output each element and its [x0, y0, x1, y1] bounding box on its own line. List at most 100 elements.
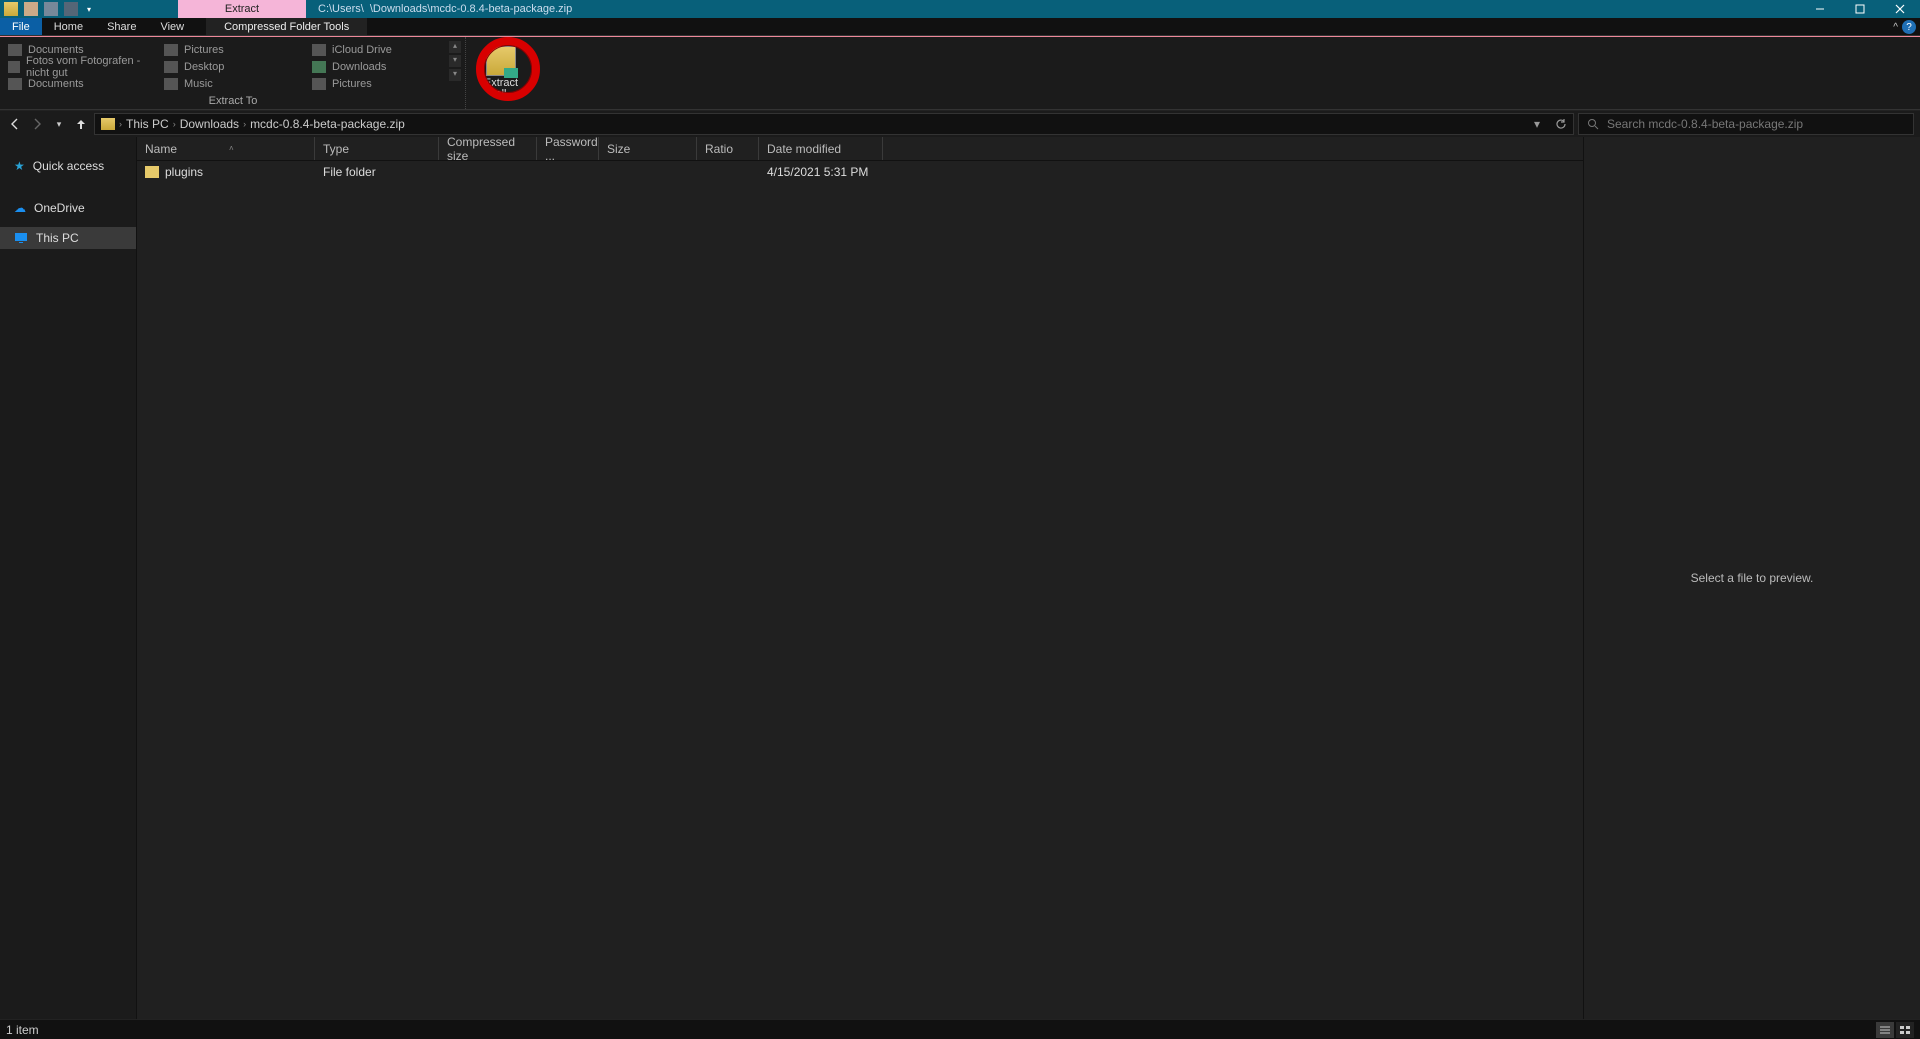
nav-this-pc[interactable]: This PC — [0, 227, 136, 249]
address-history-dropdown[interactable]: ▾ — [1525, 114, 1549, 134]
contextual-tab-header: Extract — [178, 0, 306, 18]
extract-dest-label: Desktop — [184, 61, 224, 73]
qat-undo-icon[interactable] — [64, 2, 78, 16]
address-bar[interactable]: › This PC › Downloads › mcdc-0.8.4-beta-… — [94, 113, 1574, 135]
file-name: plugins — [165, 165, 203, 179]
nav-up-button[interactable] — [72, 115, 90, 133]
status-bar: 1 item — [0, 1019, 1920, 1039]
monitor-icon — [14, 232, 28, 244]
file-list-pane: Name ˄ Type Compressed size Password ...… — [137, 137, 1584, 1019]
tab-compressed-folder-tools[interactable]: Compressed Folder Tools — [206, 18, 367, 35]
extract-dest-label: Pictures — [332, 78, 372, 90]
nav-spacer — [0, 177, 136, 197]
breadcrumb-sep-icon[interactable]: › — [173, 119, 176, 129]
folder-icon — [312, 78, 326, 90]
extract-dest-label: Downloads — [332, 61, 386, 73]
status-item-count: 1 item — [6, 1023, 39, 1037]
extract-dest-downloads[interactable]: Downloads — [310, 58, 458, 75]
extract-to-group: Documents Pictures iCloud Drive Fotos vo… — [0, 37, 466, 109]
folder-icon — [145, 166, 159, 178]
music-icon — [164, 78, 178, 90]
quick-access-toolbar: ▾ — [0, 2, 94, 16]
nav-quick-access[interactable]: ★ Quick access — [0, 155, 136, 177]
breadcrumb-root-icon — [101, 118, 115, 130]
extract-all-button[interactable]: Extract all — [484, 46, 518, 100]
help-button[interactable]: ? — [1902, 20, 1916, 34]
extract-dest-icloud[interactable]: iCloud Drive — [310, 41, 458, 58]
ribbon-collapse-button[interactable]: ^ — [1893, 22, 1898, 33]
view-details-button[interactable] — [1876, 1022, 1894, 1038]
tab-file[interactable]: File — [0, 18, 42, 35]
extract-dest-label: Pictures — [184, 44, 224, 56]
window-title-path-a: C:\Users\ — [318, 3, 364, 15]
extract-dest-music[interactable]: Music — [162, 75, 310, 92]
column-header-type[interactable]: Type — [315, 137, 439, 160]
gallery-down-button[interactable]: ▾ — [449, 55, 461, 67]
column-label: Name — [145, 142, 177, 156]
window-minimize-button[interactable] — [1800, 0, 1840, 18]
nav-spacer — [0, 219, 136, 227]
qat-properties-icon[interactable] — [44, 2, 58, 16]
extract-all-label-2: all — [495, 88, 506, 100]
column-header-password[interactable]: Password ... — [537, 137, 599, 160]
nav-label: This PC — [36, 231, 79, 245]
folder-icon — [164, 61, 178, 73]
search-placeholder: Search mcdc-0.8.4-beta-package.zip — [1607, 117, 1803, 131]
refresh-button[interactable] — [1549, 114, 1573, 134]
breadcrumb-downloads[interactable]: Downloads — [180, 117, 239, 131]
nav-onedrive[interactable]: ☁ OneDrive — [0, 197, 136, 219]
breadcrumb-sep-icon[interactable]: › — [119, 119, 122, 129]
folder-icon — [312, 44, 326, 56]
folder-icon — [8, 61, 20, 73]
download-icon — [312, 61, 326, 73]
nav-back-button[interactable] — [6, 115, 24, 133]
main-area: ★ Quick access ☁ OneDrive This PC Name ˄… — [0, 137, 1920, 1019]
tab-view[interactable]: View — [148, 18, 196, 35]
search-box[interactable]: Search mcdc-0.8.4-beta-package.zip — [1578, 113, 1914, 135]
column-header-size[interactable]: Size — [599, 137, 697, 160]
file-type: File folder — [315, 165, 439, 179]
preview-pane: Select a file to preview. — [1584, 137, 1920, 1019]
extract-dest-label: Music — [184, 78, 213, 90]
view-large-icons-button[interactable] — [1896, 1022, 1914, 1038]
extract-dest-fotos[interactable]: Fotos vom Fotografen - nicht gut — [6, 58, 162, 75]
column-header-name[interactable]: Name ˄ — [137, 137, 315, 160]
ribbon: Documents Pictures iCloud Drive Fotos vo… — [0, 37, 1920, 110]
star-icon: ★ — [14, 159, 25, 173]
window-maximize-button[interactable] — [1840, 0, 1880, 18]
tab-home[interactable]: Home — [42, 18, 95, 35]
extract-dest-desktop[interactable]: Desktop — [162, 58, 310, 75]
window-title: C:\Users\ \Downloads\mcdc-0.8.4-beta-pac… — [318, 0, 572, 18]
folder-icon — [8, 78, 22, 90]
window-title-path-b: \Downloads\mcdc-0.8.4-beta-package.zip — [370, 3, 572, 15]
file-row[interactable]: plugins File folder 4/15/2021 5:31 PM — [137, 161, 1583, 183]
cloud-icon: ☁ — [14, 201, 26, 215]
title-bar: ▾ Extract C:\Users\ \Downloads\mcdc-0.8.… — [0, 0, 1920, 18]
qat-customize-dropdown[interactable]: ▾ — [84, 4, 94, 14]
column-header-compressed[interactable]: Compressed size — [439, 137, 537, 160]
breadcrumb-this-pc[interactable]: This PC — [126, 117, 169, 131]
breadcrumb-sep-icon[interactable]: › — [243, 119, 246, 129]
column-headers: Name ˄ Type Compressed size Password ...… — [137, 137, 1583, 161]
search-icon — [1587, 118, 1599, 130]
breadcrumb-archive[interactable]: mcdc-0.8.4-beta-package.zip — [250, 117, 405, 131]
gallery-up-button[interactable]: ▴ — [449, 41, 461, 53]
extract-all-group: Extract all — [466, 37, 536, 109]
preview-placeholder: Select a file to preview. — [1691, 571, 1814, 585]
extract-dest-pictures[interactable]: Pictures — [162, 41, 310, 58]
ribbon-tabs: File Home Share View Compressed Folder T… — [0, 18, 1920, 36]
extract-dest-pictures2[interactable]: Pictures — [310, 75, 458, 92]
gallery-more-button[interactable]: ▾ — [449, 69, 461, 81]
extract-dest-label: Documents — [28, 78, 84, 90]
nav-history-dropdown[interactable]: ▾ — [50, 115, 68, 133]
navigation-pane: ★ Quick access ☁ OneDrive This PC — [0, 137, 137, 1019]
window-close-button[interactable] — [1880, 0, 1920, 18]
folder-icon — [8, 44, 22, 56]
tab-share[interactable]: Share — [95, 18, 148, 35]
nav-forward-button[interactable] — [28, 115, 46, 133]
column-header-ratio[interactable]: Ratio — [697, 137, 759, 160]
column-header-date[interactable]: Date modified — [759, 137, 883, 160]
extract-dest-documents2[interactable]: Documents — [6, 75, 162, 92]
qat-new-folder-icon[interactable] — [24, 2, 38, 16]
sort-ascending-icon: ˄ — [229, 144, 234, 153]
